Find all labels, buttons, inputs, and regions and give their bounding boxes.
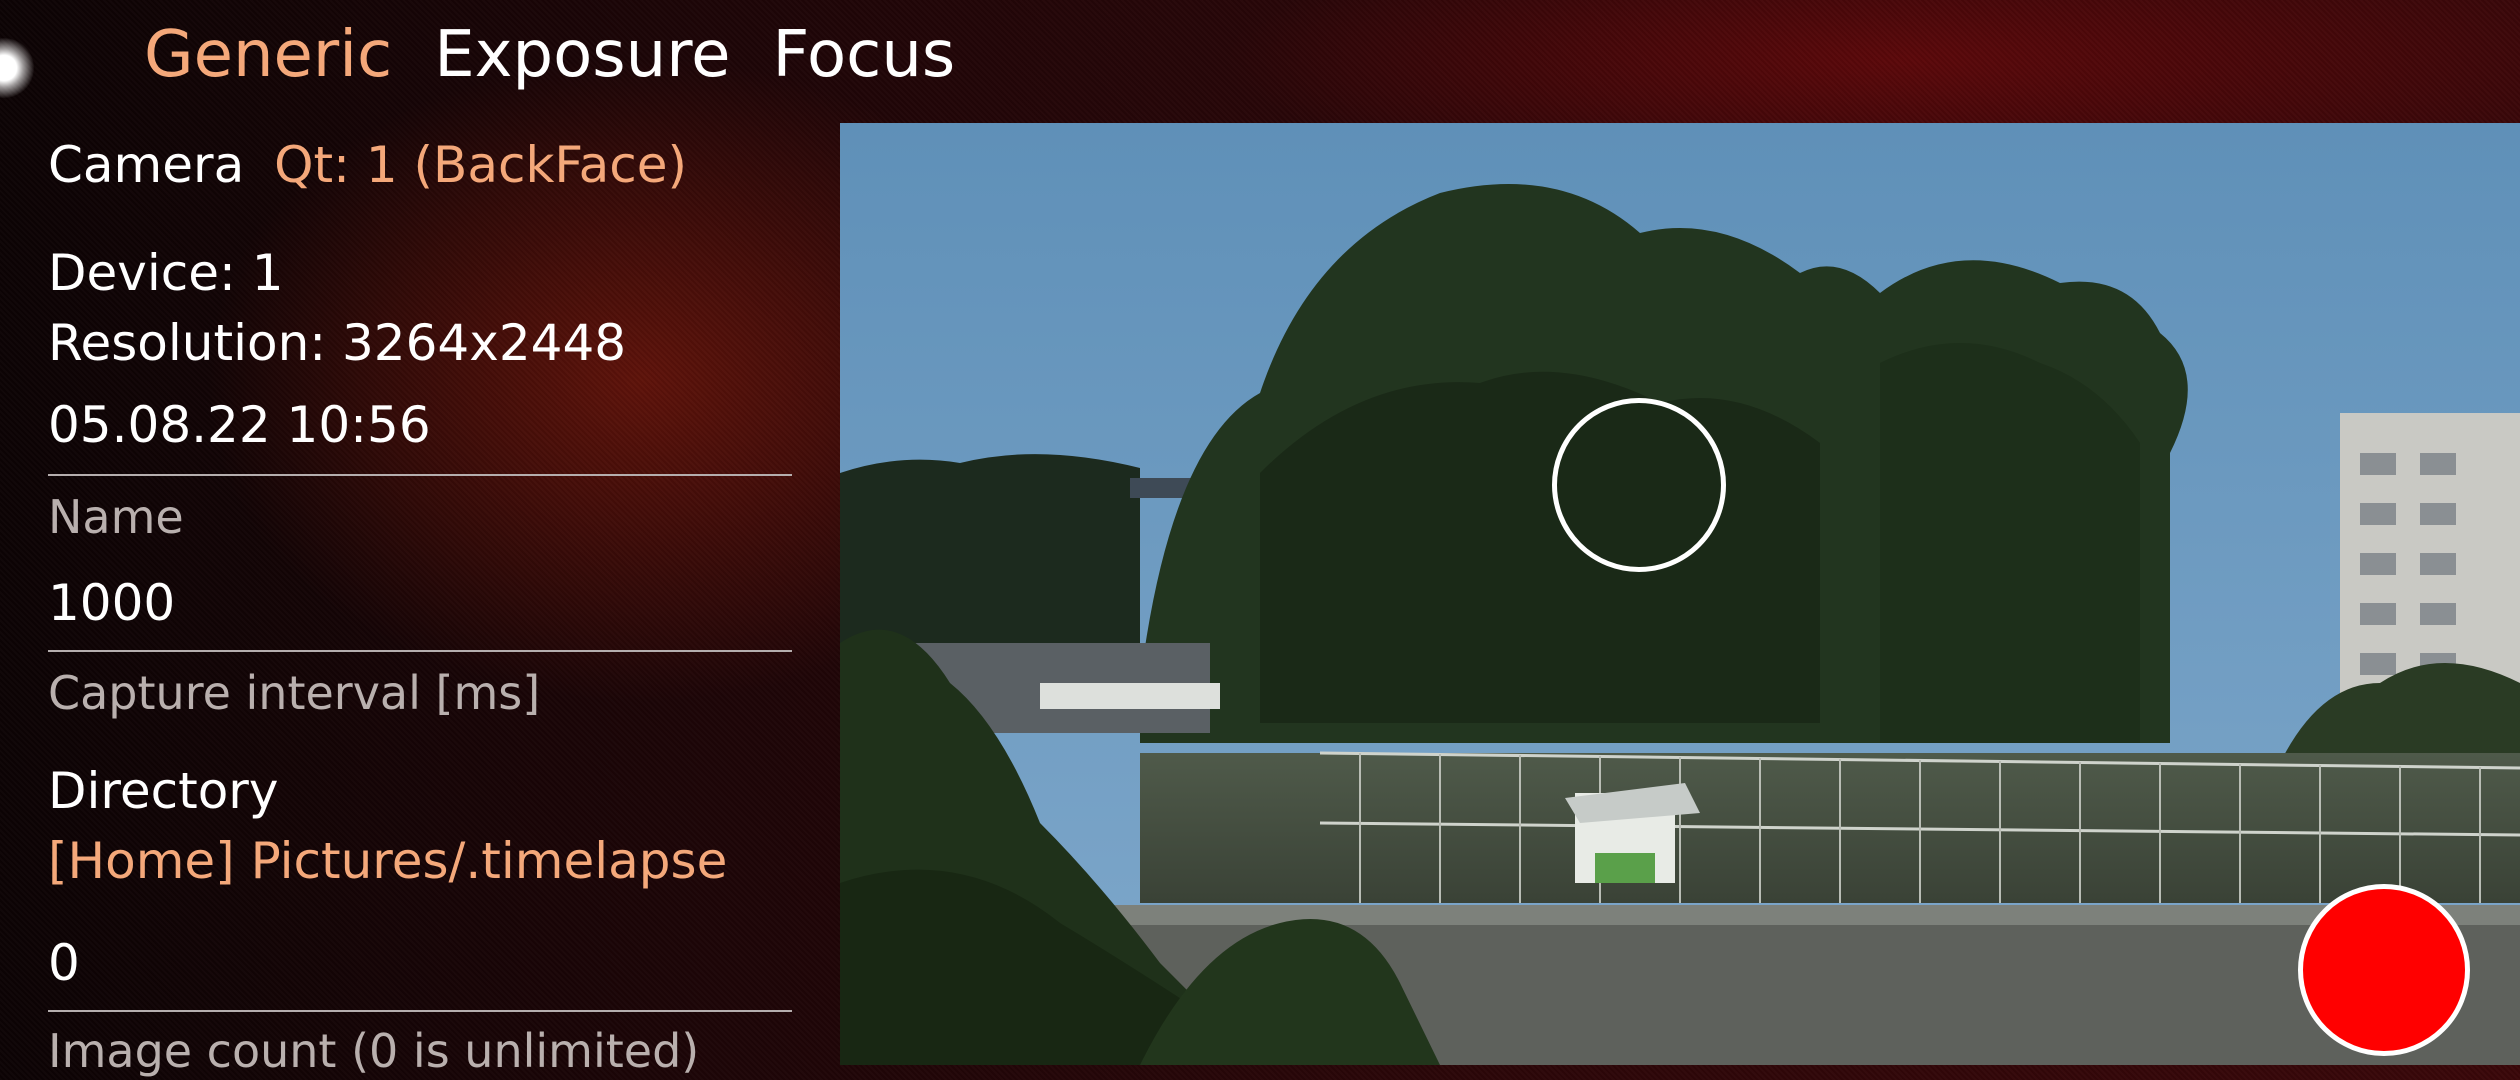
capture-interval-input[interactable]: 1000 [48, 574, 175, 632]
camera-label: Camera [48, 136, 245, 194]
device-info: Device: 1 [48, 244, 284, 302]
name-field-label: Name [48, 490, 184, 544]
datetime-info: 05.08.22 10:56 [48, 396, 431, 454]
directory-value[interactable]: [Home] Pictures/.timelapse [48, 832, 727, 890]
tab-bar: Generic Exposure Focus [144, 12, 955, 98]
capture-interval-underline [48, 650, 792, 652]
tab-exposure[interactable]: Exposure [434, 12, 730, 98]
image-count-input[interactable]: 0 [48, 934, 80, 992]
camera-preview[interactable] [840, 123, 2520, 1065]
focus-circle-icon[interactable] [1552, 398, 1726, 572]
record-button[interactable] [2298, 884, 2470, 1056]
divider [48, 474, 792, 476]
image-count-label: Image count (0 is unlimited) [48, 1024, 700, 1078]
tab-focus[interactable]: Focus [772, 12, 955, 98]
image-count-underline [48, 1010, 792, 1012]
directory-label: Directory [48, 762, 279, 820]
app-root: Generic Exposure Focus Camera Qt: 1 (Bac… [0, 0, 2520, 1080]
camera-row[interactable]: Camera Qt: 1 (BackFace) [48, 136, 687, 194]
capture-interval-label: Capture interval [ms] [48, 666, 541, 720]
camera-value[interactable]: Qt: 1 (BackFace) [274, 136, 687, 194]
viewfinder-image [840, 123, 2520, 1065]
resolution-info: Resolution: 3264x2448 [48, 314, 627, 372]
tab-generic[interactable]: Generic [144, 12, 392, 98]
light-glow-icon [0, 38, 34, 98]
